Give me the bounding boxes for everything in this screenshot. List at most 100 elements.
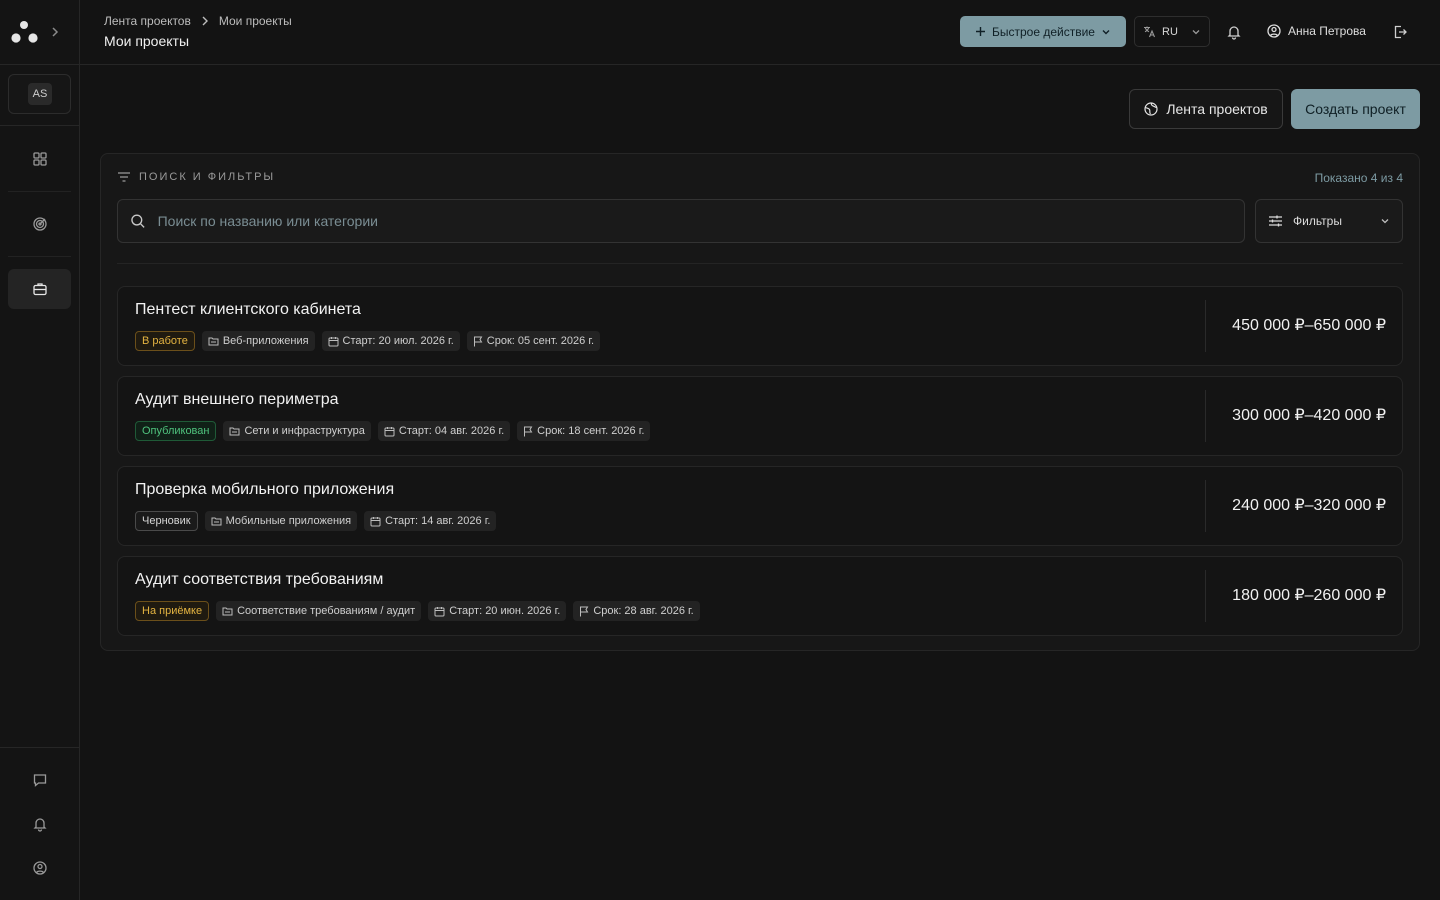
projects-feed-label: Лента проектов	[1166, 101, 1268, 117]
target-icon	[32, 217, 47, 231]
page-title: Мои проекты	[104, 33, 190, 49]
folder-icon	[208, 337, 219, 346]
notifications-bell-icon[interactable]	[1226, 24, 1242, 40]
user-name: Анна Петрова	[1288, 24, 1366, 38]
user-menu[interactable]: Анна Петрова	[1266, 23, 1366, 39]
category-tag: Мобильные приложения	[204, 511, 358, 531]
user-circle-icon	[1267, 24, 1281, 38]
deadline-label: Срок: 05 сент. 2026 г.	[486, 335, 595, 347]
start-date-label: Старт: 04 авг. 2026 г.	[398, 425, 505, 437]
translate-icon	[1144, 26, 1156, 38]
card-divider	[1205, 300, 1206, 352]
sidebar-item-targets[interactable]	[8, 204, 71, 244]
workspace-avatar: AS	[28, 83, 52, 105]
quick-action-label: Быстрое действие	[992, 24, 1095, 39]
card-divider	[1205, 480, 1206, 532]
project-card[interactable]: Проверка мобильного приложения Черновик …	[117, 466, 1403, 546]
user-circle-icon	[32, 861, 47, 875]
grid-icon	[32, 152, 47, 166]
breadcrumb-separator-icon	[201, 16, 209, 26]
projects-feed-button[interactable]: Лента проектов	[1129, 89, 1283, 129]
briefcase-icon	[32, 283, 47, 296]
sliders-icon	[1269, 215, 1282, 227]
logo-icon[interactable]	[10, 19, 40, 45]
folder-icon	[229, 427, 240, 436]
sidebar-divider	[0, 64, 79, 65]
status-badge: На приёмке	[135, 601, 210, 621]
start-date-tag: Старт: 14 авг. 2026 г.	[364, 511, 497, 531]
language-select[interactable]: RU	[1134, 16, 1210, 47]
price-range: 180 000 ₽–260 000 ₽	[1232, 587, 1386, 604]
sidebar-item-notifications[interactable]	[8, 804, 71, 844]
globe-icon	[1144, 102, 1158, 116]
start-date-tag: Старт: 20 июл. 2026 г.	[321, 331, 460, 351]
start-date-label: Старт: 20 июн. 2026 г.	[449, 605, 561, 617]
status-badge: Черновик	[135, 511, 198, 531]
project-title[interactable]: Аудит внешнего периметра	[135, 391, 339, 409]
chevron-down-icon	[1381, 219, 1389, 224]
category-tag: Веб-приложения	[201, 331, 315, 351]
top-header: Лента проектов Мои проекты Мои проекты Б…	[80, 0, 1440, 65]
deadline-tag: Срок: 18 сент. 2026 г.	[517, 421, 651, 441]
chat-icon	[33, 774, 46, 787]
sidebar-item-messages[interactable]	[8, 760, 71, 800]
flag-icon	[524, 426, 533, 436]
price-range: 240 000 ₽–320 000 ₽	[1232, 497, 1386, 514]
calendar-icon	[370, 516, 381, 526]
sidebar-item-projects[interactable]	[8, 269, 71, 309]
deadline-label: Срок: 18 сент. 2026 г.	[537, 425, 645, 437]
calendar-icon	[434, 606, 445, 616]
workspace-switcher[interactable]: AS	[8, 74, 71, 114]
category-label: Веб-приложения	[222, 335, 309, 347]
project-title[interactable]: Аудит соответствия требованиям	[135, 571, 383, 589]
folder-icon	[211, 517, 222, 526]
expand-sidebar-chevron-icon[interactable]	[50, 26, 60, 38]
breadcrumb: Лента проектов Мои проекты	[104, 14, 292, 28]
chevron-down-icon	[1102, 29, 1110, 34]
breadcrumb-current: Мои проекты	[218, 14, 292, 28]
flag-icon	[473, 336, 483, 346]
project-title[interactable]: Проверка мобильного приложения	[135, 481, 394, 499]
category-label: Мобильные приложения	[225, 515, 352, 527]
start-date-tag: Старт: 04 авг. 2026 г.	[377, 421, 511, 441]
project-title[interactable]: Пентест клиентского кабинета	[135, 301, 361, 319]
language-value: RU	[1162, 25, 1178, 38]
logout-icon[interactable]	[1392, 24, 1408, 40]
chevron-down-icon	[1192, 29, 1200, 34]
project-tags: Опубликован Сети и инфраструктура Старт:…	[135, 421, 651, 441]
search-input[interactable]	[157, 213, 1232, 229]
category-tag: Сети и инфраструктура	[223, 421, 371, 441]
project-card[interactable]: Аудит соответствия требованиям На приёмк…	[117, 556, 1403, 636]
sidebar-item-profile[interactable]	[8, 848, 71, 888]
sidebar: AS	[0, 0, 80, 900]
sidebar-divider	[8, 256, 71, 257]
search-box[interactable]	[117, 199, 1245, 243]
create-project-button[interactable]: Создать проект	[1291, 89, 1420, 129]
card-divider	[1205, 570, 1206, 622]
panel-divider	[117, 263, 1403, 264]
deadline-tag: Срок: 28 авг. 2026 г.	[573, 601, 700, 621]
folder-icon	[222, 607, 233, 616]
filters-label: Фильтры	[1293, 214, 1342, 228]
project-tags: На приёмке Соответствие требованиям / ау…	[135, 601, 700, 621]
filters-dropdown-button[interactable]: Фильтры	[1255, 199, 1403, 243]
start-date-label: Старт: 20 июл. 2026 г.	[342, 335, 454, 347]
calendar-icon	[384, 426, 395, 436]
price-range: 300 000 ₽–420 000 ₽	[1232, 407, 1386, 424]
sidebar-divider	[0, 747, 79, 748]
price-range: 450 000 ₽–650 000 ₽	[1232, 317, 1386, 334]
filter-lines-icon	[118, 172, 130, 182]
projects-panel: ПОИСК И ФИЛЬТРЫ Показано 4 из 4 Фильтры …	[100, 153, 1420, 651]
sidebar-divider	[8, 191, 71, 192]
breadcrumb-link-feed[interactable]: Лента проектов	[104, 14, 191, 28]
start-date-tag: Старт: 20 июн. 2026 г.	[428, 601, 567, 621]
calendar-icon	[328, 336, 339, 346]
card-divider	[1205, 390, 1206, 442]
sidebar-item-dashboard[interactable]	[8, 139, 71, 179]
sidebar-divider	[0, 125, 79, 126]
quick-action-button[interactable]: Быстрое действие	[960, 16, 1126, 47]
status-badge: В работе	[135, 331, 195, 351]
project-card[interactable]: Пентест клиентского кабинета В работе Ве…	[117, 286, 1403, 366]
project-tags: Черновик Мобильные приложения Старт: 14 …	[135, 511, 497, 531]
project-card[interactable]: Аудит внешнего периметра Опубликован Сет…	[117, 376, 1403, 456]
